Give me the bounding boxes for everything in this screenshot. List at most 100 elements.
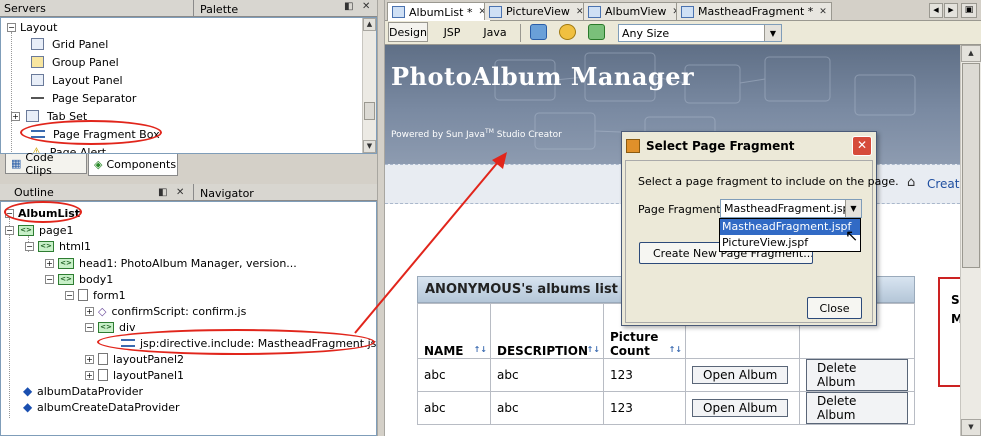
- java-mode-button[interactable]: Java: [480, 22, 510, 42]
- home-icon[interactable]: ⌂: [907, 175, 915, 190]
- open-album-button[interactable]: Open Album: [692, 366, 789, 384]
- outline-toggle-icon[interactable]: [588, 24, 605, 40]
- expand-icon[interactable]: +: [45, 258, 54, 268]
- node-label: body1: [79, 272, 114, 286]
- sort-icon[interactable]: ↑↓: [587, 345, 600, 354]
- column-header-name[interactable]: NAME ↑↓: [417, 303, 491, 359]
- vertical-splitter[interactable]: [377, 0, 385, 436]
- page-fragment-options: MastheadFragment.jspf PictureView.jspf: [719, 218, 861, 252]
- expand-icon[interactable]: +: [11, 111, 20, 121]
- close-tab-icon[interactable]: ✕: [819, 7, 827, 17]
- target-size-select[interactable]: Any Size ▼: [618, 24, 782, 42]
- jsp-mode-button[interactable]: JSP: [438, 22, 466, 42]
- tree-node-form1[interactable]: − form1: [65, 287, 126, 303]
- column-label: NAME: [424, 344, 464, 358]
- tree-node-layoutpanel1[interactable]: + layoutPanel1: [85, 367, 184, 383]
- option-mastheadfragment[interactable]: MastheadFragment.jspf: [720, 219, 860, 235]
- cell-delete: Delete Album: [799, 391, 915, 425]
- tab-albumview[interactable]: AlbumView✕: [583, 2, 685, 20]
- outline-tab-divider: [193, 184, 194, 201]
- refresh-icon[interactable]: [559, 24, 576, 40]
- node-label: layoutPanel1: [113, 368, 184, 382]
- palette-item-label: Page Separator: [52, 91, 137, 105]
- node-label: form1: [93, 288, 126, 302]
- table-row: abc abc 123 Open Album Delete Album: [417, 358, 915, 392]
- expand-icon[interactable]: +: [85, 370, 94, 380]
- delete-album-button[interactable]: Delete Album: [806, 392, 908, 424]
- node-label: head1: PhotoAlbum Manager, version...: [79, 256, 297, 270]
- dialog-prompt: Select a page fragment to include on the…: [638, 175, 899, 188]
- dialog-close-button[interactable]: Close: [807, 297, 862, 319]
- option-pictureview[interactable]: PictureView.jspf: [720, 235, 860, 251]
- page-fragment-selected: MastheadFragment.jspf: [724, 202, 854, 215]
- palette-scrollbar[interactable]: ▲ ▼: [362, 18, 376, 153]
- sort-icon[interactable]: ↑↓: [669, 345, 682, 354]
- preview-icon[interactable]: [530, 24, 547, 40]
- design-mode-button[interactable]: Design: [388, 22, 428, 42]
- scroll-thumb[interactable]: [962, 63, 980, 268]
- dialog-titlebar[interactable]: Select Page Fragment: [622, 132, 876, 160]
- servers-tab[interactable]: Servers: [0, 2, 46, 15]
- palette-tab[interactable]: Palette: [200, 3, 238, 16]
- expand-icon[interactable]: +: [85, 306, 94, 316]
- palette-item-grid-panel[interactable]: Grid Panel: [31, 35, 108, 53]
- tab-code-clips[interactable]: ▦ Code Clips: [5, 151, 87, 177]
- tree-node-albumcreatedataprovider[interactable]: ◆ albumCreateDataProvider: [23, 399, 180, 415]
- palette-close-icon[interactable]: ✕: [362, 1, 370, 12]
- collapse-icon[interactable]: −: [45, 274, 54, 284]
- tree-node-albumdataprovider[interactable]: ◆ albumDataProvider: [23, 383, 143, 399]
- annotation-circle-albumlist: [4, 201, 82, 223]
- chevron-down-icon[interactable]: ▼: [764, 25, 781, 41]
- creator-link[interactable]: Creat: [927, 177, 960, 191]
- scroll-thumb[interactable]: [364, 102, 375, 120]
- layout-section[interactable]: − Layout: [7, 18, 57, 36]
- palette-item-group-panel[interactable]: Group Panel: [31, 53, 119, 71]
- outline-close-icon[interactable]: ✕: [176, 187, 184, 198]
- scroll-down-icon[interactable]: ▼: [961, 419, 981, 436]
- tree-node-confirmscript[interactable]: + ◇ confirmScript: confirm.js: [85, 303, 246, 319]
- column-header-description[interactable]: DESCRIPTION ↑↓: [490, 303, 604, 359]
- panel-icon: [98, 353, 108, 365]
- layout-section-label: Layout: [20, 20, 58, 34]
- outline-minimize-icon[interactable]: ◧: [158, 187, 167, 198]
- palette-item-layout-panel[interactable]: Layout Panel: [31, 71, 123, 89]
- open-album-button[interactable]: Open Album: [692, 399, 789, 417]
- sort-icon[interactable]: ↑↓: [474, 345, 487, 354]
- tree-node-page1[interactable]: − <> page1: [5, 222, 73, 238]
- expand-icon[interactable]: +: [85, 354, 94, 364]
- navigator-tab[interactable]: Navigator: [200, 187, 254, 200]
- scroll-up-icon[interactable]: ▲: [363, 18, 376, 31]
- collapse-icon[interactable]: −: [85, 322, 94, 332]
- tree-node-body1[interactable]: − <> body1: [45, 271, 113, 287]
- outline-tab[interactable]: Outline: [0, 186, 54, 199]
- collapse-icon[interactable]: −: [65, 290, 74, 300]
- collapse-icon[interactable]: −: [25, 241, 34, 251]
- tree-node-html1[interactable]: − <> html1: [25, 238, 91, 254]
- dialog-close-icon[interactable]: ✕: [852, 136, 872, 156]
- column-label: DESCRIPTION: [497, 344, 589, 358]
- data-provider-icon: ◆: [23, 400, 33, 414]
- palette-minimize-icon[interactable]: ◧: [344, 1, 353, 12]
- tab-components[interactable]: ◈ Components: [88, 154, 178, 176]
- cell-description: abc: [490, 358, 604, 392]
- tab-scroll-left-icon[interactable]: ◀: [929, 3, 943, 18]
- scroll-up-icon[interactable]: ▲: [961, 45, 981, 62]
- trademark-mark: TM: [485, 128, 494, 135]
- tab-mastheadfragment[interactable]: MastheadFragment * ✕: [676, 2, 832, 20]
- delete-album-button[interactable]: Delete Album: [806, 359, 908, 391]
- tab-scroll-right-icon[interactable]: ▶: [944, 3, 958, 18]
- page-fragment-select[interactable]: MastheadFragment.jspf ▼: [720, 199, 862, 218]
- scroll-down-icon[interactable]: ▼: [363, 140, 376, 153]
- chevron-down-icon[interactable]: ▼: [845, 200, 861, 217]
- editor-scrollbar[interactable]: ▲ ▼: [960, 45, 981, 436]
- table-row: abc abc 123 Open Album Delete Album: [417, 391, 915, 425]
- tree-node-head1[interactable]: + <> head1: PhotoAlbum Manager, version...: [45, 255, 297, 271]
- collapse-icon[interactable]: −: [5, 225, 14, 235]
- tree-node-div[interactable]: − <> div: [85, 319, 136, 335]
- tab-list-icon[interactable]: ▣: [961, 3, 977, 18]
- collapse-icon[interactable]: −: [7, 22, 16, 32]
- palette-item-page-separator[interactable]: Page Separator: [31, 89, 136, 107]
- cell-delete: Delete Album: [799, 358, 915, 392]
- tab-pictureview[interactable]: PictureView ✕: [484, 2, 589, 20]
- tab-albumlist[interactable]: AlbumList * ✕: [387, 2, 492, 21]
